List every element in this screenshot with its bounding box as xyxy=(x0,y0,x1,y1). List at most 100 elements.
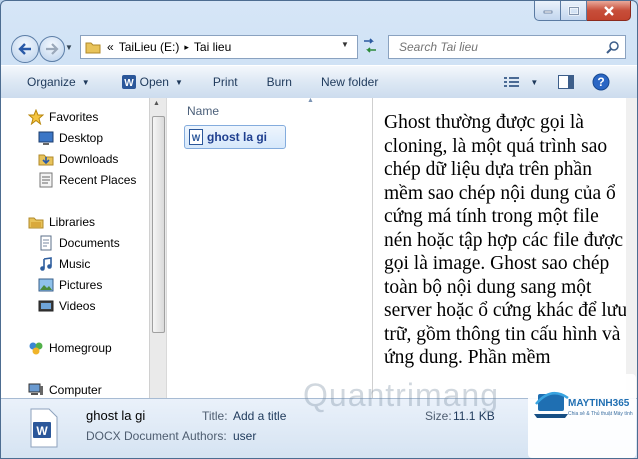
search-box[interactable] xyxy=(388,35,626,59)
help-button[interactable]: ? xyxy=(592,73,610,91)
details-title-value[interactable]: Add a title xyxy=(233,409,286,423)
word-document-icon: W xyxy=(189,129,203,145)
nav-homegroup[interactable]: Homegroup xyxy=(28,340,112,356)
refresh-button[interactable] xyxy=(360,37,380,58)
nav-libraries-label: Libraries xyxy=(49,215,96,229)
nav-videos-label: Videos xyxy=(59,299,96,313)
nav-computer-label: Computer xyxy=(49,383,102,397)
scroll-up-icon[interactable]: ▲ xyxy=(153,100,160,107)
details-title-label: Title: xyxy=(202,409,228,423)
star-icon xyxy=(27,108,45,126)
preview-pane-icon xyxy=(558,75,575,89)
maytinh365-logo: MAYTINH365 Chia sẻ & Thủ thuật Máy tính xyxy=(528,374,636,458)
preview-scrollbar[interactable] xyxy=(626,98,637,398)
organize-button[interactable]: Organize ▼ xyxy=(27,75,90,89)
music-icon xyxy=(38,256,54,272)
videos-icon xyxy=(38,298,54,314)
print-button[interactable]: Print xyxy=(213,75,238,89)
search-icon[interactable] xyxy=(606,40,620,54)
nav-music-label: Music xyxy=(59,257,91,271)
nav-documents[interactable]: Documents xyxy=(38,235,120,251)
nav-recent-places[interactable]: Recent Places xyxy=(38,172,136,188)
burn-label: Burn xyxy=(266,75,292,89)
maximize-button[interactable] xyxy=(561,1,587,21)
computer-icon xyxy=(28,382,44,398)
nav-homegroup-label: Homegroup xyxy=(49,341,112,355)
nav-music[interactable]: Music xyxy=(38,256,90,272)
breadcrumb-separator[interactable]: ▸ xyxy=(184,42,189,53)
close-button[interactable] xyxy=(587,1,631,21)
minimize-icon xyxy=(543,10,552,13)
logo-brand: MAYTINH365 xyxy=(568,398,630,409)
word-document-large-icon: W xyxy=(29,408,59,451)
svg-text:W: W xyxy=(36,424,48,438)
close-icon xyxy=(603,5,614,16)
content-area: Favorites Desktop Downloads Recent Place… xyxy=(1,97,637,398)
details-authors-label: Authors: xyxy=(182,429,227,443)
column-header-name[interactable]: Name xyxy=(187,104,219,118)
nav-recent-places-label: Recent Places xyxy=(59,173,137,187)
libraries-icon xyxy=(28,214,44,230)
open-label: Open xyxy=(139,75,169,89)
new-folder-label: New folder xyxy=(320,75,379,89)
nav-desktop[interactable]: Desktop xyxy=(38,130,103,146)
back-arrow-icon xyxy=(18,43,31,55)
recent-pages-chevron-icon[interactable]: ▼ xyxy=(65,43,73,52)
command-bar: Organize ▼ W Open ▼ Print Burn New folder … xyxy=(1,65,637,99)
recent-places-icon xyxy=(38,172,54,188)
nav-documents-label: Documents xyxy=(59,236,120,250)
refresh-icon xyxy=(364,38,376,53)
folder-icon xyxy=(85,42,101,54)
sort-ascending-icon: ▲ xyxy=(307,97,314,104)
preview-pane-button[interactable] xyxy=(558,75,575,89)
help-icon: ? xyxy=(592,73,610,91)
print-label: Print xyxy=(212,75,238,89)
file-item[interactable]: W ghost la gi xyxy=(184,125,286,149)
open-button[interactable]: W Open ▼ xyxy=(121,75,183,89)
breadcrumb-drive[interactable]: TaiLieu (E:) xyxy=(119,40,180,54)
nav-pictures-label: Pictures xyxy=(59,278,103,292)
new-folder-button[interactable]: New folder xyxy=(321,75,378,89)
view-list-icon xyxy=(504,77,520,87)
nav-downloads[interactable]: Downloads xyxy=(38,151,118,167)
back-button[interactable] xyxy=(11,35,39,63)
explorer-window: ▼ « TaiLieu (E:) ▸ Tai lieu ▼ Organize▼ … xyxy=(0,0,638,459)
chevron-down-icon: ▼ xyxy=(81,77,90,87)
address-dropdown-icon[interactable]: ▼ xyxy=(341,40,349,49)
organize-label: Organize xyxy=(27,75,76,89)
logo-tagline: Chia sẻ & Thủ thuật Máy tính xyxy=(568,411,633,417)
nav-videos[interactable]: Videos xyxy=(38,298,95,314)
details-file-name: ghost la gi xyxy=(86,408,146,423)
nav-downloads-label: Downloads xyxy=(59,152,119,166)
nav-favorites-label: Favorites xyxy=(49,110,99,124)
downloads-folder-icon xyxy=(38,151,54,167)
maximize-icon xyxy=(568,6,579,15)
word-document-icon: W xyxy=(121,75,136,89)
desktop-icon xyxy=(38,130,54,146)
nav-computer[interactable]: Computer xyxy=(28,382,102,398)
address-overflow-chevron[interactable]: « xyxy=(107,40,114,54)
nav-libraries[interactable]: Libraries xyxy=(28,214,95,230)
search-input[interactable] xyxy=(397,39,606,55)
caption-buttons xyxy=(534,1,631,21)
nav-desktop-label: Desktop xyxy=(59,131,104,145)
preview-pane: Ghost thường được gọi là cloning, là một… xyxy=(372,98,637,398)
breadcrumb-folder[interactable]: Tai lieu xyxy=(194,40,231,54)
forward-button[interactable] xyxy=(39,36,65,62)
chevron-down-icon: ▼ xyxy=(174,77,183,87)
scrollbar-thumb[interactable] xyxy=(152,116,165,333)
nav-pictures[interactable]: Pictures xyxy=(38,277,102,293)
chevron-down-icon: ▼ xyxy=(530,77,539,87)
documents-icon xyxy=(38,235,54,251)
svg-text:?: ? xyxy=(598,75,605,89)
details-authors-value[interactable]: user xyxy=(233,429,256,443)
address-bar[interactable]: « TaiLieu (E:) ▸ Tai lieu xyxy=(80,35,358,59)
homegroup-icon xyxy=(28,340,44,356)
navigation-scrollbar[interactable]: ▲ xyxy=(149,98,166,398)
change-view-button[interactable]: ▼ xyxy=(504,76,538,88)
nav-favorites[interactable]: Favorites xyxy=(27,108,99,126)
preview-document-text: Ghost thường được gọi là cloning, là một… xyxy=(384,112,628,368)
burn-button[interactable]: Burn xyxy=(267,75,292,89)
file-item-name: ghost la gi xyxy=(207,130,267,144)
minimize-button[interactable] xyxy=(534,1,561,21)
